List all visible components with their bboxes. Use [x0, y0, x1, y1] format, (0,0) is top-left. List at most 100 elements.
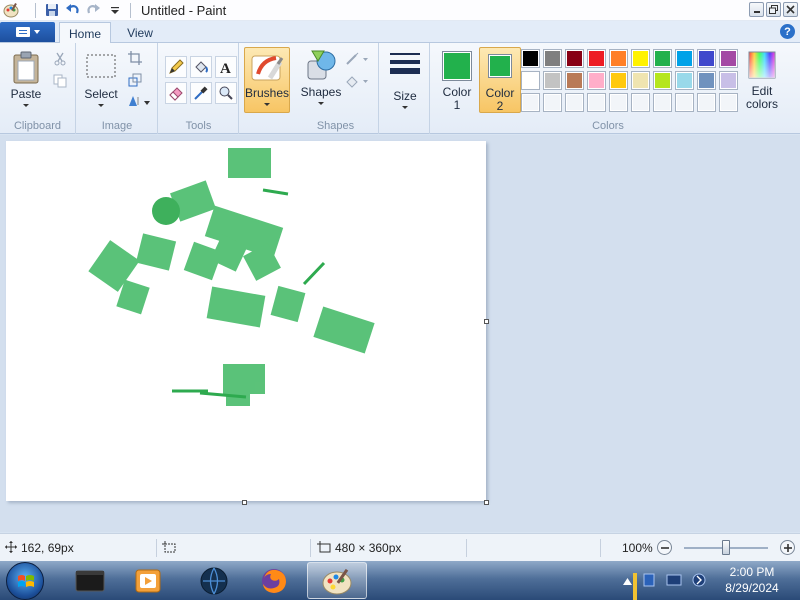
swatch-fill	[699, 95, 714, 110]
tab-view[interactable]: View	[117, 22, 163, 44]
file-menu-button[interactable]	[0, 22, 55, 42]
custom-color-slot[interactable]	[587, 93, 606, 112]
swatch-fill	[677, 95, 692, 110]
palette-swatch[interactable]	[675, 71, 694, 90]
restore-button[interactable]	[766, 2, 781, 17]
taskbar-app-paint[interactable]	[307, 562, 367, 599]
palette-swatch[interactable]	[543, 71, 562, 90]
palette-swatch[interactable]	[697, 71, 716, 90]
network-status-icon[interactable]	[642, 572, 658, 591]
drawing-canvas[interactable]	[6, 141, 486, 501]
palette-swatch[interactable]	[675, 49, 694, 68]
paint-app-icon[interactable]	[3, 2, 19, 18]
palette-swatch[interactable]	[631, 49, 650, 68]
close-button[interactable]	[783, 2, 798, 17]
zoom-slider-thumb[interactable]	[722, 540, 730, 555]
copy-icon[interactable]	[52, 73, 68, 89]
outline-icon[interactable]	[345, 51, 369, 67]
eraser-icon[interactable]	[165, 82, 187, 104]
help-icon[interactable]: ?	[780, 24, 795, 39]
swatch-fill	[721, 51, 736, 66]
select-button[interactable]: Select	[81, 53, 121, 107]
custom-color-slot[interactable]	[521, 93, 540, 112]
swatch-fill	[589, 51, 604, 66]
zoom-in-button[interactable]	[780, 540, 795, 555]
pencil-icon[interactable]	[165, 56, 187, 78]
taskbar-app-media-player[interactable]	[120, 562, 176, 599]
color2-button[interactable]: Color 2	[479, 47, 521, 113]
taskbar-app-firefox[interactable]	[246, 562, 302, 599]
palette-swatch[interactable]	[719, 71, 738, 90]
size-button[interactable]: Size	[385, 51, 425, 109]
palette-swatch[interactable]	[543, 49, 562, 68]
palette-swatch[interactable]	[609, 49, 628, 68]
shapes-button[interactable]: Shapes	[301, 49, 341, 105]
undo-icon[interactable]	[65, 3, 80, 18]
swatch-fill	[545, 51, 560, 66]
resize-icon[interactable]	[127, 72, 143, 88]
palette-swatch[interactable]	[653, 71, 672, 90]
custom-color-slot[interactable]	[697, 93, 716, 112]
line-size-icon	[388, 51, 422, 82]
text-tool-icon[interactable]: A	[215, 56, 237, 78]
brushes-button[interactable]: Brushes	[244, 47, 290, 113]
swatch-fill	[567, 73, 582, 88]
clipboard-icon	[11, 51, 41, 88]
crop-icon[interactable]	[127, 50, 143, 66]
resize-handle-bottom[interactable]	[242, 500, 247, 505]
magnifier-icon[interactable]	[215, 82, 237, 104]
color2-content: Color 2	[480, 54, 520, 113]
custom-color-slot[interactable]	[543, 93, 562, 112]
fill-icon[interactable]	[345, 73, 369, 89]
custom-color-slot[interactable]	[631, 93, 650, 112]
custom-color-slot[interactable]	[719, 93, 738, 112]
custom-color-slot[interactable]	[675, 93, 694, 112]
fill-bucket-icon[interactable]	[190, 56, 212, 78]
colors-group: Color 1 Color 2 Edit colors Colors	[431, 43, 785, 134]
palette-swatch[interactable]	[587, 71, 606, 90]
color-picker-icon[interactable]	[190, 82, 212, 104]
minimize-button[interactable]	[749, 2, 764, 17]
custom-color-slot[interactable]	[653, 93, 672, 112]
palette-swatch[interactable]	[653, 49, 672, 68]
display-icon[interactable]	[666, 572, 682, 591]
edit-colors-button[interactable]: Edit colors	[742, 51, 782, 111]
palette-swatch[interactable]	[565, 71, 584, 90]
save-icon[interactable]	[44, 3, 59, 18]
volume-icon[interactable]	[691, 572, 707, 591]
taskbar-clock[interactable]: 2:00 PM 8/29/2024	[718, 564, 786, 596]
palette-swatch[interactable]	[697, 49, 716, 68]
palette-swatch[interactable]	[565, 49, 584, 68]
shapes-group-label: Shapes	[316, 120, 355, 132]
tab-home[interactable]: Home	[59, 22, 111, 44]
show-hidden-icons-icon[interactable]	[623, 575, 632, 589]
palette-swatch[interactable]	[587, 49, 606, 68]
palette-swatch[interactable]	[631, 71, 650, 90]
canvas-size-icon	[317, 541, 331, 556]
paste-button[interactable]: Paste	[6, 51, 46, 107]
swatch-fill	[699, 51, 714, 66]
drawn-line	[302, 261, 326, 286]
color1-button[interactable]: Color 1	[437, 51, 477, 112]
redo-icon[interactable]	[86, 3, 101, 18]
drawn-circle	[152, 197, 180, 225]
qat-separator	[35, 2, 36, 18]
swatch-fill	[567, 95, 582, 110]
palette-swatch[interactable]	[609, 71, 628, 90]
taskbar-app-terminal[interactable]	[62, 562, 118, 599]
start-button[interactable]	[6, 562, 44, 600]
palette-swatch[interactable]	[521, 71, 540, 90]
custom-color-slot[interactable]	[565, 93, 584, 112]
swatch-fill	[721, 95, 736, 110]
zoom-out-button[interactable]	[657, 540, 672, 555]
custom-color-slot[interactable]	[609, 93, 628, 112]
customize-qat-icon[interactable]	[107, 3, 122, 18]
resize-handle-right[interactable]	[484, 319, 489, 324]
resize-handle-corner[interactable]	[484, 500, 489, 505]
palette-swatch[interactable]	[521, 49, 540, 68]
palette-swatch[interactable]	[719, 49, 738, 68]
cut-icon[interactable]	[52, 51, 68, 67]
taskbar-app-network[interactable]	[186, 562, 242, 599]
swatch-fill	[523, 95, 538, 110]
rotate-icon[interactable]	[127, 93, 151, 109]
